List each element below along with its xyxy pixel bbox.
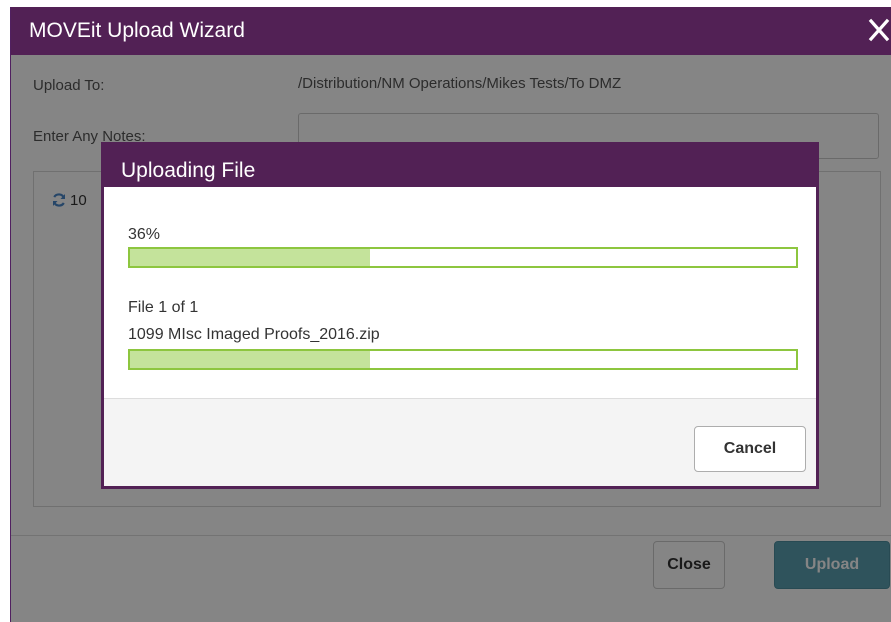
dialog-title: Uploading File (121, 159, 256, 182)
file-progress-bar (128, 349, 798, 370)
overall-progress-fill (130, 249, 370, 266)
close-icon[interactable] (868, 13, 890, 42)
uploading-file-dialog: Uploading File 36% File 1 of 1 1099 MIsc… (101, 142, 819, 489)
overall-progress-bar (128, 247, 798, 268)
cancel-button[interactable]: Cancel (694, 426, 806, 472)
file-progress-fill (130, 351, 370, 368)
dialog-footer: Cancel (104, 398, 816, 486)
file-count-text: File 1 of 1 (128, 299, 199, 316)
wizard-title: MOVEit Upload Wizard (29, 19, 245, 42)
wizard-header: MOVEit Upload Wizard (11, 7, 891, 55)
file-name-text: 1099 MIsc Imaged Proofs_2016.zip (128, 326, 380, 343)
overall-percent-text: 36% (128, 226, 161, 243)
dialog-header: Uploading File (101, 142, 819, 187)
